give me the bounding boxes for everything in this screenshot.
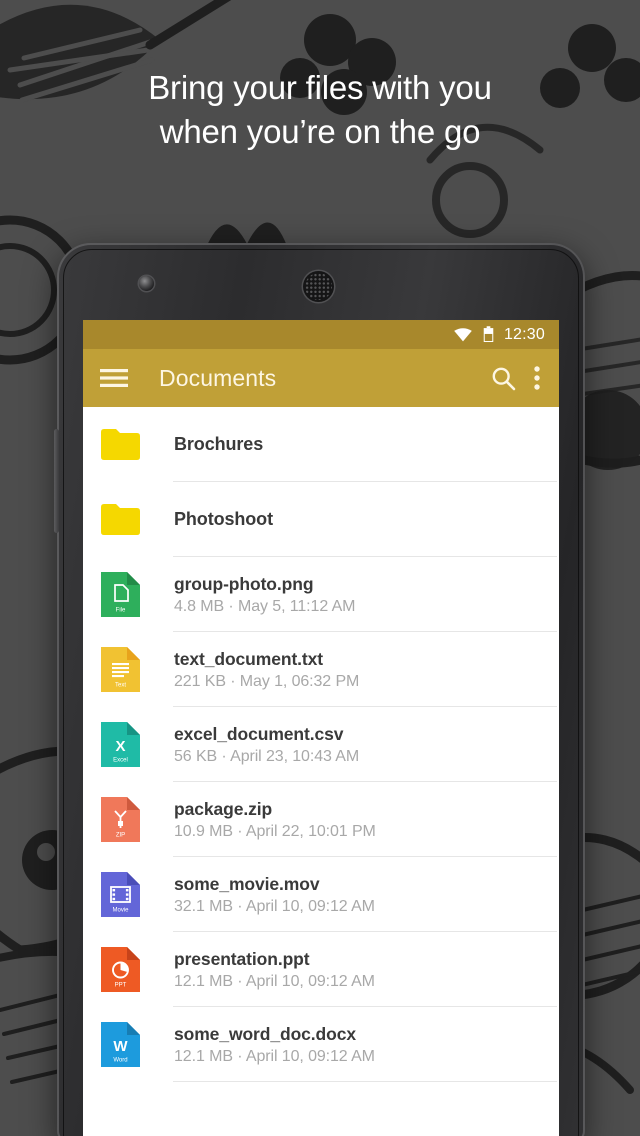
list-item-meta: 12.1 MB · April 10, 09:12 AM [174,1047,375,1065]
list-item-text: excel_document.csv 56 KB · April 23, 10:… [174,724,359,766]
list-item-meta: 32.1 MB · April 10, 09:12 AM [174,897,375,915]
list-item-text: package.zip 10.9 MB · April 22, 10:01 PM [174,799,376,841]
battery-icon [483,326,494,343]
list-item[interactable]: Movie some_movie.mov 32.1 MB · April 10,… [83,857,559,932]
list-item[interactable]: File group-photo.png 4.8 MB · May 5, 11:… [83,557,559,632]
svg-text:W: W [113,1038,128,1055]
list-item-meta: 221 KB · May 1, 06:32 PM [174,672,360,690]
list-item-name: Photoshoot [174,509,273,529]
list-item-meta: 10.9 MB · April 22, 10:01 PM [174,822,376,840]
folder-icon [101,429,140,460]
earpiece-speaker-icon [303,271,334,302]
list-item-name: some_word_doc.docx [174,1023,357,1044]
file-type-label: File [116,608,126,614]
excel-icon: X Excel [101,722,140,767]
list-item[interactable]: W Word some_word_doc.docx 12.1 MB · Apri… [83,1007,559,1082]
list-item-text: group-photo.png 4.8 MB · May 5, 11:12 AM [174,574,355,616]
list-item-name: presentation.ppt [174,948,310,969]
headline-line-2: when you’re on the go [159,112,481,150]
list-item-meta: 4.8 MB · May 5, 11:12 AM [174,597,356,615]
list-item-meta: 56 KB · April 23, 10:43 AM [174,747,360,765]
ppt-icon: PPT [101,947,140,992]
text-icon: Text [101,647,140,692]
list-item[interactable]: PPT presentation.ppt 12.1 MB · April 10,… [83,932,559,1007]
list-item-name: group-photo.png [174,573,314,594]
movie-icon: Movie [101,872,140,917]
promo-headline: Bring your files with you when you’re on… [0,66,640,153]
file-type-label: Word [113,1058,127,1064]
list-item-text: Photoshoot [174,509,273,530]
list-item-text: some_movie.mov 32.1 MB · April 10, 09:12… [174,874,375,916]
status-bar: 12:30 [83,320,559,349]
list-item-name: package.zip [174,798,273,819]
list-item[interactable]: ZIP package.zip 10.9 MB · April 22, 10:0… [83,782,559,857]
phone-screen: 12:30 Documents Brochures Photoshoot Fil… [83,320,559,1136]
front-camera-icon [139,276,154,291]
svg-text:X: X [115,738,125,755]
list-item[interactable]: Photoshoot [83,482,559,557]
list-item-text: some_word_doc.docx 12.1 MB · April 10, 0… [174,1024,375,1066]
hamburger-menu-icon[interactable] [100,368,128,388]
folder-icon [101,504,140,535]
app-bar: Documents [83,349,559,407]
list-item[interactable]: Text text_document.txt 221 KB · May 1, 0… [83,632,559,707]
zip-icon: ZIP [101,797,140,842]
list-item-text: Brochures [174,434,263,455]
file-icon: File [101,572,140,617]
list-item-text: text_document.txt 221 KB · May 1, 06:32 … [174,649,359,691]
list-item-text: presentation.ppt 12.1 MB · April 10, 09:… [174,949,375,991]
file-type-label: Text [115,683,126,689]
wifi-icon [454,328,472,342]
file-type-label: Excel [113,758,128,764]
list-item-meta: 12.1 MB · April 10, 09:12 AM [174,972,375,990]
file-list: Brochures Photoshoot File group-photo.pn… [83,407,559,1082]
list-item-name: excel_document.csv [174,723,344,744]
volume-button[interactable] [54,429,59,533]
status-bar-time: 12:30 [503,325,545,343]
file-type-label: PPT [115,983,127,989]
search-icon[interactable] [491,366,516,391]
word-icon: W Word [101,1022,140,1067]
list-item-name: some_movie.mov [174,873,320,894]
file-type-label: Movie [112,908,129,914]
list-item-name: Brochures [174,434,264,454]
phone-device-frame: 12:30 Documents Brochures Photoshoot Fil… [54,243,585,1136]
list-item-name: text_document.txt [174,648,324,669]
file-type-label: ZIP [116,833,125,839]
overflow-menu-icon[interactable] [534,366,540,390]
list-item[interactable]: X Excel excel_document.csv 56 KB · April… [83,707,559,782]
page-title: Documents [159,364,277,391]
list-item[interactable]: Brochures [83,407,559,482]
headline-line-1: Bring your files with you [148,69,492,106]
